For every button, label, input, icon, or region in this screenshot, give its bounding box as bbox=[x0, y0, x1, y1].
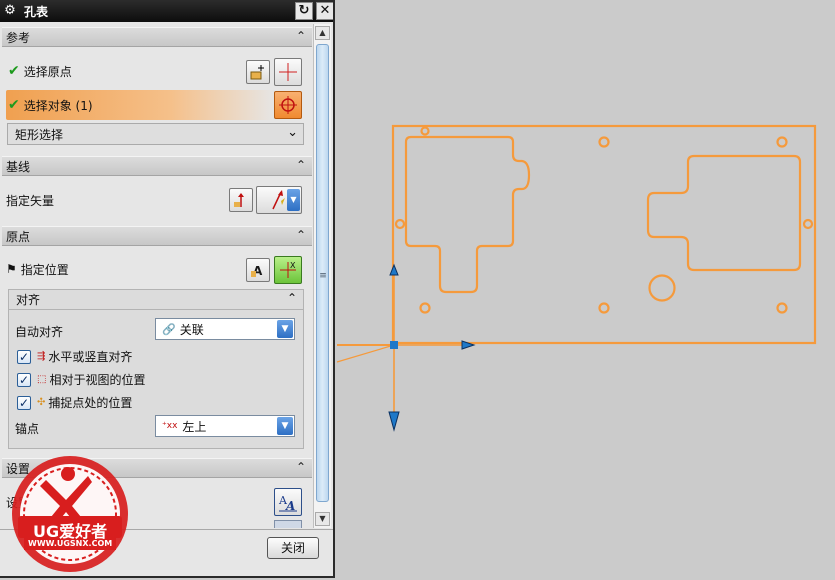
svg-text:X: X bbox=[290, 261, 296, 270]
option-snap-position[interactable]: ✓ ✣ 捕捉点处的位置 bbox=[17, 394, 132, 411]
origin-axis-triad bbox=[336, 263, 476, 432]
partial-button[interactable] bbox=[274, 520, 302, 528]
view-position-icon: ⬚ bbox=[37, 374, 47, 385]
dialog-scrollbar[interactable]: ▲ ≡ ▼ bbox=[313, 24, 331, 528]
hv-align-icon: ⇶ bbox=[37, 351, 46, 362]
large-hole bbox=[648, 274, 676, 302]
flag-icon: ⚑ bbox=[6, 262, 17, 276]
plate-outline bbox=[391, 124, 817, 345]
alignment-title: 对齐 bbox=[16, 293, 41, 307]
text-style-button[interactable]: AA bbox=[274, 488, 302, 516]
hole-marker bbox=[598, 136, 610, 148]
chevron-up-icon[interactable]: ⌃ bbox=[296, 460, 306, 474]
hole-marker bbox=[776, 302, 788, 314]
hole-marker bbox=[598, 302, 610, 314]
section-header-reference[interactable]: 参考 ⌃ bbox=[2, 27, 312, 47]
auto-align-value: 关联 bbox=[179, 322, 204, 337]
origin-tool-button[interactable]: A bbox=[246, 258, 270, 282]
option-hv-align[interactable]: ✓ ⇶ 水平或竖直对齐 bbox=[17, 348, 132, 365]
chevron-up-icon[interactable]: ⌃ bbox=[296, 158, 306, 172]
vector-inference-dropdown[interactable]: ▼ bbox=[256, 186, 302, 214]
plate-geometry bbox=[391, 124, 817, 345]
select-object-crosshair-button[interactable] bbox=[274, 91, 302, 119]
scroll-up-arrow[interactable]: ▲ bbox=[315, 26, 330, 40]
scroll-down-arrow[interactable]: ▼ bbox=[315, 512, 330, 526]
rect-select-label: 矩形选择 bbox=[15, 127, 64, 142]
chevron-down-icon[interactable]: ⌄ bbox=[287, 125, 298, 140]
chevron-down-icon[interactable]: ▼ bbox=[277, 417, 293, 435]
gear-icon: ⚙ bbox=[4, 3, 16, 18]
section-header-origin[interactable]: 原点 ⌃ bbox=[2, 226, 312, 246]
ugsnx-watermark-logo bbox=[12, 456, 128, 572]
hole-marker bbox=[419, 302, 431, 314]
anchor-label: 锚点 bbox=[15, 422, 40, 436]
hv-align-label: 水平或竖直对齐 bbox=[48, 350, 133, 364]
snap-position-label: 捕捉点处的位置 bbox=[48, 396, 133, 410]
check-icon: ✔ bbox=[8, 97, 20, 113]
section-title: 基线 bbox=[6, 159, 31, 174]
rect-select-dropdown[interactable]: 矩形选择 ⌄ bbox=[7, 123, 304, 145]
hv-align-checkbox[interactable]: ✓ bbox=[17, 349, 31, 364]
scroll-thumb[interactable]: ≡ bbox=[316, 44, 329, 502]
specify-location-label: 指定位置 bbox=[20, 262, 69, 277]
close-button[interactable]: 关闭 bbox=[267, 537, 319, 559]
hole-table-dialog: ⚙ 孔表 ↻ ✕ ▲ ≡ ▼ 参考 ⌃ ✔ 选择原点 ✔ 选择对象 (1) 矩形… bbox=[0, 0, 335, 578]
option-view-position[interactable]: ✓ ⬚ 相对于视图的位置 bbox=[17, 371, 145, 388]
section-header-baseline[interactable]: 基线 ⌃ bbox=[2, 156, 312, 176]
dialog-titlebar: ⚙ 孔表 ↻ ✕ bbox=[0, 0, 333, 22]
specify-origin-label: 选择原点 bbox=[23, 64, 72, 79]
chevron-down-icon[interactable]: ▼ bbox=[277, 320, 293, 338]
hole-marker bbox=[802, 218, 814, 230]
hole-marker bbox=[394, 218, 406, 230]
anchor-icon: ⁺xx bbox=[162, 421, 178, 431]
close-icon[interactable]: ✕ bbox=[316, 2, 333, 20]
anchor-value: 左上 bbox=[182, 419, 207, 434]
specify-vector-label: 指定矢量 bbox=[6, 193, 55, 208]
specify-location-crosshair-button[interactable]: X bbox=[274, 256, 302, 284]
alignment-group: 对齐 ⌃ 自动对齐 🔗 关联 ▼ ✓ ⇶ 水平或竖直对齐 ✓ ⬚ 相对于视图的位… bbox=[8, 289, 304, 449]
chevron-down-icon[interactable]: ▼ bbox=[287, 189, 300, 211]
section-title: 参考 bbox=[6, 30, 31, 45]
snap-position-checkbox[interactable]: ✓ bbox=[17, 395, 31, 410]
right-pocket-outline bbox=[646, 154, 802, 272]
section-title: 原点 bbox=[6, 229, 31, 244]
chevron-up-icon[interactable]: ⌃ bbox=[296, 29, 306, 43]
hole-marker bbox=[776, 136, 788, 148]
select-object-label: 选择对象 (1) bbox=[23, 98, 93, 113]
anchor-select[interactable]: ⁺xx 左上 ▼ bbox=[155, 415, 295, 437]
alignment-header[interactable]: 对齐 ⌃ bbox=[9, 290, 303, 310]
watermark-url: WWW.UGSNX.COM bbox=[28, 539, 113, 548]
dialog-title: 孔表 bbox=[24, 4, 49, 19]
hole-marker bbox=[420, 126, 430, 136]
vector-dialog-button[interactable] bbox=[229, 188, 253, 212]
left-pocket-outline bbox=[404, 135, 531, 294]
snap-position-icon: ✣ bbox=[37, 397, 46, 408]
point-dialog-button[interactable] bbox=[246, 60, 270, 84]
auto-align-select[interactable]: 🔗 关联 ▼ bbox=[155, 318, 295, 340]
cad-graphics-window[interactable] bbox=[335, 0, 835, 580]
chevron-up-icon[interactable]: ⌃ bbox=[296, 228, 306, 242]
point-inference-button[interactable] bbox=[274, 58, 302, 86]
view-position-checkbox[interactable]: ✓ bbox=[17, 372, 31, 387]
chevron-up-icon[interactable]: ⌃ bbox=[287, 291, 297, 305]
auto-align-label: 自动对齐 bbox=[15, 325, 64, 339]
reset-button[interactable]: ↻ bbox=[295, 2, 313, 20]
select-object-row[interactable]: ✔ 选择对象 (1) bbox=[2, 92, 312, 118]
check-icon: ✔ bbox=[8, 63, 20, 79]
view-position-label: 相对于视图的位置 bbox=[49, 373, 146, 387]
link-icon: 🔗 bbox=[162, 322, 176, 336]
